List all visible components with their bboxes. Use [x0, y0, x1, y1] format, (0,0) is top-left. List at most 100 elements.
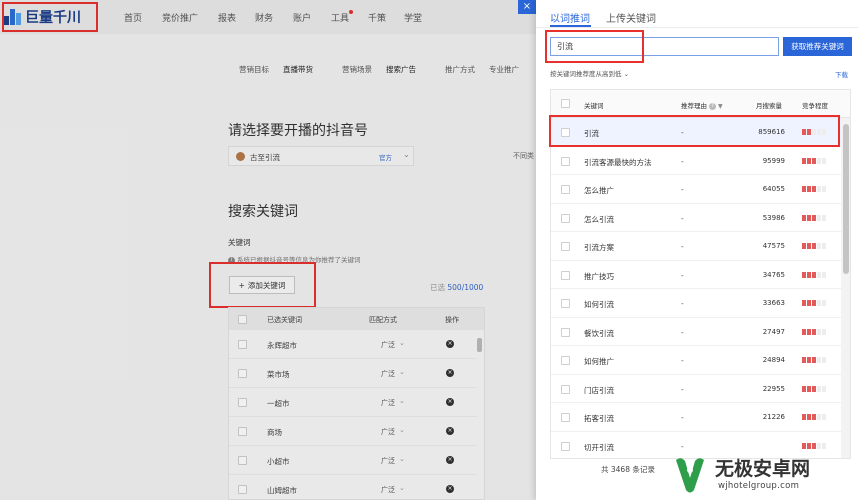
list-item[interactable]: 推广技巧 - 34765: [551, 260, 841, 289]
scrollbar-thumb[interactable]: [843, 124, 849, 274]
row-checkbox[interactable]: [561, 356, 570, 365]
list-item[interactable]: 引流方案 - 47575: [551, 232, 841, 261]
monthly-volume: 33663: [762, 299, 785, 307]
delete-icon[interactable]: ×: [446, 369, 454, 377]
list-item[interactable]: 引流客源最快的方法 - 95999: [551, 146, 841, 175]
subtab-live-selling[interactable]: 直播带货: [283, 64, 313, 75]
avatar: [236, 152, 245, 161]
match-type-select[interactable]: 广泛: [381, 369, 395, 379]
sort-dropdown[interactable]: 按关键词推荐度从高到低 ⌄: [550, 68, 629, 78]
row-checkbox[interactable]: [561, 413, 570, 422]
monthly-volume: 34765: [762, 270, 785, 279]
monthly-volume: 95999: [762, 156, 785, 165]
watermark-logo-icon: [676, 458, 704, 493]
list-item[interactable]: 怎么推广 - 64055: [551, 175, 841, 204]
chevron-down-icon: ⌄: [399, 368, 405, 376]
reason-text: -: [681, 185, 684, 194]
official-badge: 官方: [379, 154, 392, 162]
competition-bar-segment: [812, 186, 816, 192]
match-type-select[interactable]: 广泛: [381, 398, 395, 408]
list-item[interactable]: 门店引流 - 22955: [551, 374, 841, 403]
selected-keyword: 菜市场: [267, 370, 290, 379]
header-match-type: 匹配方式: [369, 316, 397, 324]
subtab-search-ads[interactable]: 搜索广告: [386, 64, 416, 75]
keyword-text: 如何推广: [584, 357, 614, 366]
row-checkbox[interactable]: [238, 398, 247, 407]
total-records: 共 3468 条记录: [601, 465, 655, 474]
row-checkbox[interactable]: [561, 242, 570, 251]
list-item[interactable]: 餐饮引流 - 27497: [551, 317, 841, 346]
row-checkbox[interactable]: [561, 156, 570, 166]
info-icon[interactable]: ?: [709, 102, 716, 110]
annotation-box-add-keyword: [209, 262, 316, 308]
row-checkbox[interactable]: [561, 185, 570, 194]
watermark: 无极安卓网 wjhotelgroup.com: [668, 450, 858, 500]
competition-bar-segment: [817, 357, 821, 363]
nav-finance[interactable]: 财务: [255, 11, 273, 24]
header-keyword: 关键词: [584, 102, 604, 110]
delete-icon[interactable]: ×: [446, 485, 454, 493]
select-all-checkbox[interactable]: [238, 315, 247, 324]
delete-icon[interactable]: ×: [446, 456, 454, 464]
competition-bar-segment: [817, 271, 821, 278]
competition-bar-segment: [807, 385, 811, 392]
monthly-volume: 47575: [762, 242, 785, 250]
nav-account[interactable]: 账户: [293, 11, 311, 24]
row-checkbox[interactable]: [561, 213, 570, 223]
row-checkbox[interactable]: [561, 327, 570, 337]
nav-reports[interactable]: 报表: [218, 11, 236, 24]
monthly-volume: 24894: [762, 356, 785, 364]
row-checkbox[interactable]: [238, 456, 247, 465]
close-icon[interactable]: ×: [518, 0, 536, 14]
notification-dot-icon: [349, 10, 353, 14]
row-checkbox[interactable]: [561, 270, 570, 280]
download-link[interactable]: 下载: [835, 69, 848, 79]
list-item[interactable]: 拓客引流 - 21226: [551, 403, 841, 432]
watermark-url: wjhotelgroup.com: [718, 481, 800, 491]
match-type-select[interactable]: 广泛: [381, 456, 395, 466]
monthly-volume: 22955: [762, 384, 785, 393]
row-checkbox[interactable]: [238, 427, 247, 436]
competition-meter: [802, 385, 826, 392]
nav-tools[interactable]: 工具: [331, 11, 349, 24]
delete-icon[interactable]: ×: [446, 427, 454, 435]
match-type-select[interactable]: 广泛: [381, 485, 395, 495]
competition-bar-segment: [807, 414, 811, 420]
nav-qiance[interactable]: 千策: [368, 11, 386, 24]
select-all-checkbox[interactable]: [561, 99, 570, 108]
list-item[interactable]: 怎么引流 - 53986: [551, 203, 841, 232]
nav-academy[interactable]: 学堂: [404, 11, 422, 24]
delete-icon[interactable]: ×: [446, 340, 454, 348]
subtab-marketing-scene[interactable]: 营销场景: [342, 64, 372, 75]
row-checkbox[interactable]: [238, 369, 247, 378]
subtab-marketing-goal[interactable]: 营销目标: [239, 64, 269, 75]
selected-keyword: 商场: [267, 428, 282, 437]
chevron-down-icon: ⌄: [399, 484, 405, 492]
row-checkbox[interactable]: [238, 485, 247, 494]
subtab-pro-promotion[interactable]: 专业推广: [489, 64, 519, 75]
nav-bidding-promotion[interactable]: 竞价推广: [162, 11, 198, 24]
row-checkbox[interactable]: [561, 441, 570, 451]
tab-upload-keywords[interactable]: 上传关键词: [606, 10, 656, 25]
row-checkbox[interactable]: [561, 384, 570, 394]
competition-bar-segment: [822, 328, 826, 335]
list-item[interactable]: 如何引流 - 33663: [551, 289, 841, 318]
keyword-text: 引流客源最快的方法: [584, 157, 652, 167]
filter-icon[interactable]: ▼: [718, 103, 723, 110]
competition-bar-segment: [822, 186, 826, 192]
nav-home[interactable]: 首页: [124, 11, 142, 24]
row-checkbox[interactable]: [561, 299, 570, 308]
tab-word-to-word[interactable]: 以词推词: [550, 10, 590, 25]
competition-meter: [802, 186, 826, 192]
row-checkbox[interactable]: [238, 340, 247, 349]
list-item[interactable]: 如何推广 - 24894: [551, 346, 841, 375]
scrollbar[interactable]: [477, 338, 482, 352]
delete-icon[interactable]: ×: [446, 398, 454, 406]
subtab-promotion-method[interactable]: 推广方式: [445, 64, 475, 75]
fetch-recommended-keywords-button[interactable]: 获取推荐关键词: [783, 37, 852, 56]
match-type-select[interactable]: 广泛: [381, 427, 395, 437]
header-action: 操作: [445, 316, 459, 324]
account-selector[interactable]: 古至引流 官方 ⌄: [228, 146, 414, 166]
match-type-select[interactable]: 广泛: [381, 340, 395, 350]
competition-bar-segment: [802, 300, 806, 306]
